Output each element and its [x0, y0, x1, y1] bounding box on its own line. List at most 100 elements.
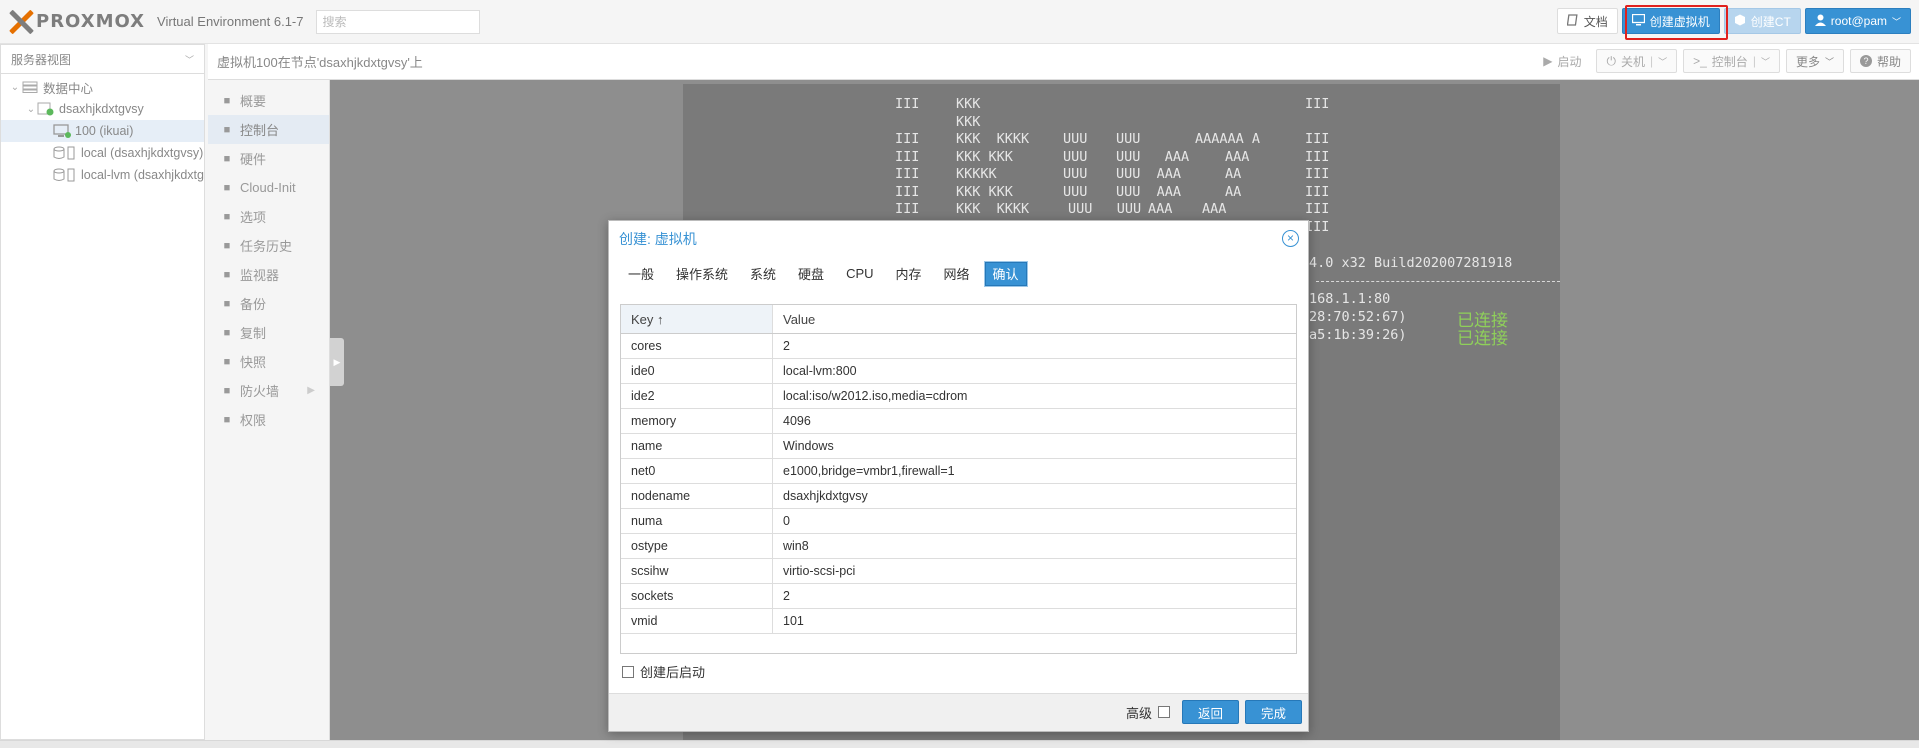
help-button[interactable]: ? 帮助	[1849, 49, 1911, 73]
history-icon: ■	[223, 355, 231, 368]
shutdown-button[interactable]: ⏻ 关机 | ﹀	[1596, 49, 1678, 73]
row-value: 2	[783, 589, 790, 603]
vm-menu-item[interactable]: ■ 权限	[208, 405, 329, 434]
create-ct-button[interactable]: 创建CT	[1723, 8, 1801, 34]
create-vm-button[interactable]: 创建虚拟机	[1621, 8, 1720, 34]
console-banner-cell: AA	[1225, 166, 1242, 182]
console-banner-line: III KKK KKK UUU UUU AAA AA III	[895, 184, 1455, 202]
hardware-icon: ■	[223, 152, 231, 165]
key-column-header[interactable]: Key ↑	[621, 305, 773, 333]
vm-menu-label: 权限	[240, 413, 267, 428]
table-row[interactable]: cores 2	[621, 334, 1296, 359]
console-banner-line: III KKK III	[895, 96, 1455, 114]
table-row[interactable]: net0 e1000,bridge=vmbr1,firewall=1	[621, 459, 1296, 484]
console-banner-cell: UUU AAA	[1116, 166, 1182, 182]
table-row[interactable]: scsihw virtio-scsi-pci	[621, 559, 1296, 584]
view-select[interactable]: 服务器视图 ﹀	[0, 44, 205, 74]
value-column-header[interactable]: Value	[773, 305, 815, 333]
console-banner-cell: III	[1305, 131, 1330, 147]
table-row[interactable]: ostype win8	[621, 534, 1296, 559]
monitor-icon	[1631, 13, 1645, 29]
table-row[interactable]: nodename dsaxhjkdxtgvsy	[621, 484, 1296, 509]
separator: |	[1752, 54, 1756, 68]
table-row[interactable]: numa 0	[621, 509, 1296, 534]
table-row[interactable]: name Windows	[621, 434, 1296, 459]
console-banner-cell: AAAAAA A	[1195, 131, 1261, 147]
vm-menu-item[interactable]: ■ 防火墙 ▶	[208, 376, 329, 405]
expand-panel-button[interactable]: ▶	[330, 338, 344, 386]
docs-button[interactable]: 文档	[1556, 8, 1618, 34]
vm-menu-label: Cloud-Init	[240, 180, 296, 195]
table-row[interactable]: ide0 local-lvm:800	[621, 359, 1296, 384]
user-menu-button[interactable]: root@pam ﹀	[1804, 8, 1911, 34]
collapse-icon[interactable]: ⌄	[9, 82, 21, 93]
vm-menu-item[interactable]: ■ Cloud-Init	[208, 173, 329, 202]
dialog-tab[interactable]: CPU	[839, 262, 880, 286]
chevron-down-icon[interactable]: ﹀	[1761, 55, 1770, 68]
dialog-tabs: 一般 操作系统 系统 硬盘 CPU 内存 网络 确认	[609, 257, 1308, 290]
dialog-tab[interactable]: 内存	[889, 262, 929, 286]
finish-button[interactable]: 完成	[1244, 700, 1302, 724]
console-mac-line-2: a5:1b:39:26)	[1309, 327, 1407, 343]
tree-node-storage-local[interactable]: local (dsaxhjkdxtgvsy)	[1, 142, 204, 164]
vm-menu-item[interactable]: ■ 控制台	[208, 115, 329, 144]
console-banner-line: III KKK KKKK UUU UUU AAA AAA III	[895, 201, 1455, 219]
dialog-tab[interactable]: 网络	[937, 262, 977, 286]
vm-menu-item[interactable]: ■ 任务历史	[208, 231, 329, 260]
vm-menu-label: 防火墙	[240, 384, 280, 399]
search-input[interactable]	[315, 9, 480, 34]
vm-menu-label: 选项	[240, 210, 267, 225]
play-icon: ▶	[1543, 54, 1553, 68]
user-label: root@pam	[1830, 14, 1887, 28]
console-button[interactable]: >_ 控制台 | ﹀	[1683, 49, 1780, 73]
vm-menu-item[interactable]: ■ 备份	[208, 289, 329, 318]
advanced-label: 高级	[1125, 705, 1152, 721]
advanced-checkbox[interactable]	[1157, 706, 1170, 718]
vm-menu-item[interactable]: ■ 概要	[208, 86, 329, 115]
tree-node-label: 100 (ikuai)	[75, 124, 134, 138]
tree-node-storage-lvm[interactable]: local-lvm (dsaxhjkdxtgvsy)	[1, 164, 204, 186]
dialog-tab[interactable]: 确认	[983, 260, 1028, 287]
console-banner-cell: III	[895, 148, 920, 165]
tree-node-datacenter[interactable]: ⌄ 数据中心	[1, 76, 204, 98]
separator: |	[1649, 54, 1654, 68]
chevron-right-icon: ▶	[333, 356, 341, 367]
vm-menu-item[interactable]: ■ 选项	[208, 202, 329, 231]
table-row[interactable]: sockets 2	[621, 584, 1296, 609]
chevron-down-icon[interactable]: ﹀	[1658, 55, 1667, 68]
console-label: 控制台	[1711, 54, 1748, 69]
back-button[interactable]: 返回	[1181, 700, 1239, 724]
start-after-checkbox[interactable]	[622, 665, 634, 678]
table-row[interactable]: ide2 local:iso/w2012.iso,media=cdrom	[621, 384, 1296, 409]
table-row[interactable]: memory 4096	[621, 409, 1296, 434]
page-title: 虚拟机100在节点'dsaxhjkdxtgvsy'上	[217, 55, 423, 70]
console-banner-cell: III	[895, 166, 920, 182]
tree-node-vm[interactable]: 100 (ikuai)	[1, 120, 204, 142]
brand-name: PROXMOX	[36, 11, 146, 32]
dialog-tab[interactable]: 硬盘	[791, 262, 831, 286]
user-icon	[1814, 14, 1826, 29]
dialog-tab[interactable]: 操作系统	[669, 262, 735, 286]
console-banner-cell: UUU UUU	[1068, 201, 1142, 217]
console-banner-cell: KKK	[956, 113, 981, 130]
vm-menu-item[interactable]: ■ 监视器	[208, 260, 329, 289]
start-button[interactable]: ▶ 启动	[1534, 49, 1590, 73]
more-button[interactable]: 更多 ﹀	[1785, 49, 1844, 73]
console-banner-cell: III	[1305, 166, 1330, 182]
console-banner-cell: AAA	[1225, 148, 1250, 165]
start-after-created[interactable]: 创建后启动	[622, 662, 705, 681]
start-after-label: 创建后启动	[640, 665, 706, 680]
bottom-log-strip	[0, 740, 1919, 748]
console-banner-cell: UUU	[1063, 183, 1088, 200]
table-row[interactable]: vmid 101	[621, 609, 1296, 634]
collapse-icon[interactable]: ⌄	[25, 104, 37, 115]
tree-node-server[interactable]: ⌄ dsaxhjkdxtgvsy	[1, 98, 204, 120]
vm-menu-item[interactable]: ■ 复制	[208, 318, 329, 347]
vm-menu-item[interactable]: ■ 硬件	[208, 144, 329, 173]
dialog-tab[interactable]: 系统	[743, 262, 783, 286]
vm-menu-item[interactable]: ■ 快照	[208, 347, 329, 376]
close-icon[interactable]: ×	[1282, 230, 1299, 247]
dialog-title: 创建: 虚拟机	[619, 231, 697, 247]
gear-icon: ■	[223, 210, 231, 223]
dialog-tab[interactable]: 一般	[621, 262, 661, 286]
